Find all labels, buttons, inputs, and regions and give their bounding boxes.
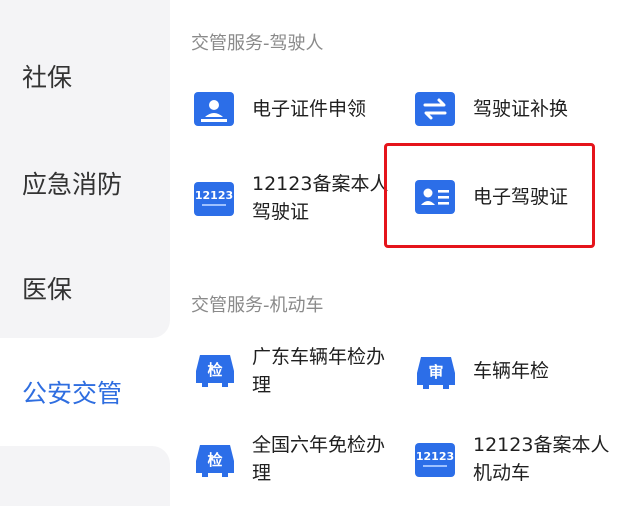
sidebar-item-traffic-police[interactable]: 公安交管 <box>22 374 122 410</box>
12123-logo-icon: 12123 <box>194 182 234 216</box>
12123-logo-icon: 12123 <box>415 443 455 477</box>
sidebar-item-social-security[interactable]: 社保 <box>22 58 72 94</box>
service-label-line1: 12123备案本人 <box>252 173 389 195</box>
service-guangdong-annual-inspection[interactable]: 检 广东车辆年检办 理 <box>194 343 394 403</box>
service-label-line2: 理 <box>252 374 272 396</box>
vehicle-inspection-icon: 审 <box>417 357 455 389</box>
service-label-line2: 驾驶证 <box>252 201 310 223</box>
icon-text: 检 <box>207 451 222 469</box>
certificate-icon <box>194 92 234 126</box>
section-title-driver: 交管服务-驾驶人 <box>191 33 324 54</box>
service-label-line1: 全国六年免检办 <box>252 434 386 456</box>
service-label-line2: 理 <box>252 462 272 484</box>
service-vehicle-annual-inspection[interactable]: 审 车辆年检 <box>415 353 585 393</box>
service-label: 电子证件申领 <box>252 98 367 120</box>
icon-text: 检 <box>207 361 222 379</box>
swap-icon <box>415 92 455 126</box>
service-national-exempt-inspection[interactable]: 检 全国六年免检办 理 <box>194 431 394 491</box>
service-label-line1: 12123备案本人 <box>473 434 610 456</box>
sidebar-card-bottom <box>0 446 170 506</box>
service-12123-register-license[interactable]: 12123 12123备案本人 驾驶证 <box>194 170 388 230</box>
service-12123-register-vehicle[interactable]: 12123 12123备案本人 机动车 <box>415 431 609 491</box>
highlight-annotation-box <box>384 143 595 248</box>
service-electronic-certificate[interactable]: 电子证件申领 <box>194 92 384 128</box>
logo-text: 12123 <box>416 450 454 463</box>
section-title-vehicle: 交管服务-机动车 <box>191 295 324 316</box>
service-label: 驾驶证补换 <box>473 98 569 120</box>
logo-text: 12123 <box>195 189 233 202</box>
category-sidebar: 社保 应急消防 医保 公安交管 <box>0 0 170 506</box>
service-label-line2: 机动车 <box>473 462 531 484</box>
icon-text: 审 <box>428 363 443 381</box>
service-label: 车辆年检 <box>473 360 550 382</box>
sidebar-item-emergency-fire[interactable]: 应急消防 <box>22 165 122 201</box>
service-license-replacement[interactable]: 驾驶证补换 <box>415 92 595 128</box>
service-label-line1: 广东车辆年检办 <box>252 346 386 368</box>
sidebar-item-medical-insurance[interactable]: 医保 <box>22 270 72 306</box>
inspection-car-icon: 检 <box>196 355 234 387</box>
exempt-inspection-car-icon: 检 <box>196 445 234 477</box>
